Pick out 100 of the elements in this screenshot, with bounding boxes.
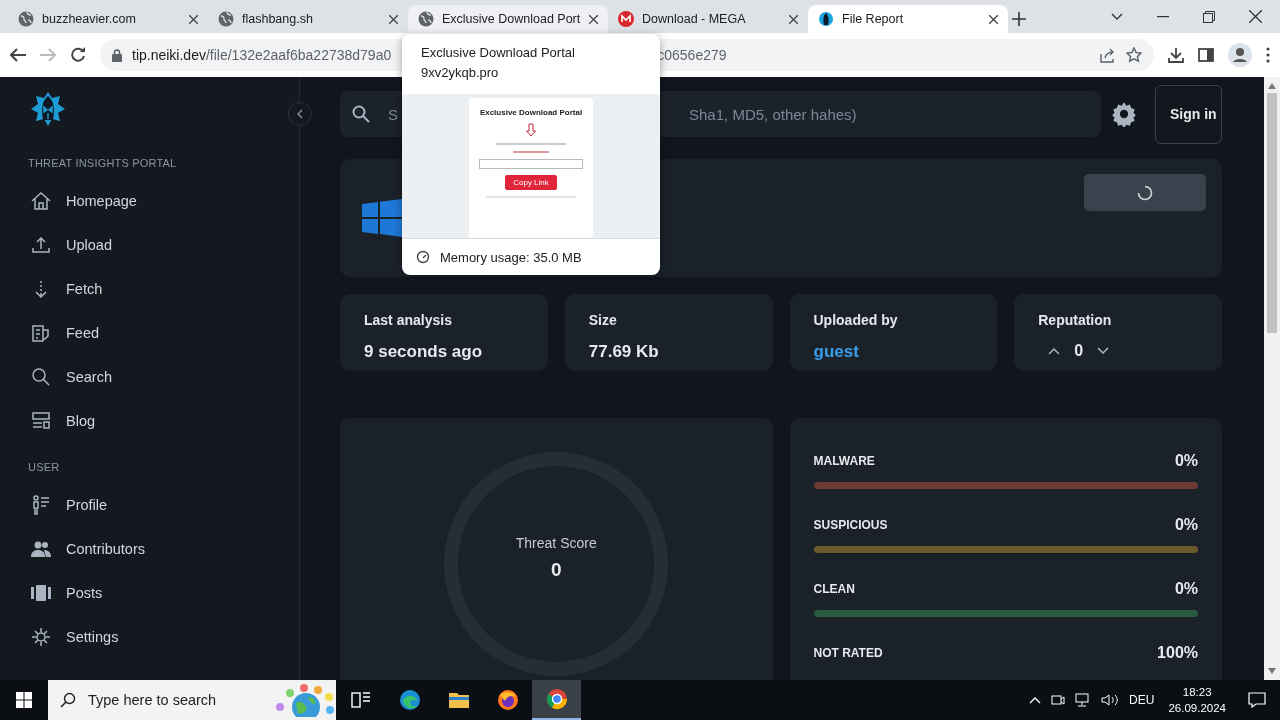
sidebar-item[interactable]: Search	[0, 355, 118, 399]
chevron-down-icon[interactable]	[1111, 12, 1123, 21]
downvote-icon[interactable]	[1097, 347, 1110, 355]
camera-icon[interactable]	[1051, 693, 1066, 707]
search-icon	[60, 692, 76, 708]
layout-icon	[30, 410, 52, 432]
speaker-icon[interactable]	[1101, 693, 1120, 707]
browser-tab[interactable]: buzzheavier.com	[8, 5, 208, 33]
clock-date[interactable]: 26.09.2024	[1168, 700, 1226, 716]
network-icon[interactable]	[1075, 693, 1092, 707]
verdict-percent: 0%	[1174, 580, 1198, 598]
newspaper-icon	[30, 322, 52, 344]
star-icon[interactable]	[1126, 47, 1142, 63]
sidebar-item[interactable]: Blog	[0, 399, 102, 443]
verdict-label: CLEAN	[813, 582, 855, 596]
close-tab-icon[interactable]	[989, 14, 998, 24]
url-text: c0656e279	[657, 47, 727, 63]
share-icon[interactable]	[1100, 47, 1116, 63]
url-text: tip.neiki.dev/file/132e2aaf6ba22738d79a0	[132, 47, 392, 63]
globe-icon	[18, 11, 34, 27]
profile-avatar-icon[interactable]	[1228, 43, 1252, 67]
sidebar-item[interactable]: Posts	[0, 571, 109, 615]
search-placeholder: Type here to search	[88, 692, 218, 708]
uploader-link[interactable]: guest	[813, 342, 974, 362]
verdict-percent: 100%	[1157, 644, 1198, 662]
new-tab-icon[interactable]	[1012, 12, 1026, 26]
score-label: Threat Score	[515, 535, 597, 551]
close-icon[interactable]	[1249, 10, 1262, 23]
restore-icon[interactable]	[1203, 10, 1215, 23]
gauge-icon	[416, 250, 430, 264]
search-placeholder: Sha1, MD5, other hahes)	[689, 105, 857, 123]
stat-label: Reputation	[1038, 312, 1113, 328]
browser-tab[interactable]: File Report	[808, 5, 1008, 33]
browser-tab[interactable]: Download - MEGA	[608, 5, 808, 33]
upload-icon	[30, 234, 52, 256]
globe-icon	[418, 11, 434, 27]
upvote-icon[interactable]	[1048, 347, 1061, 355]
section-heading: USER	[27, 460, 61, 475]
notification-icon[interactable]	[1248, 692, 1266, 708]
home-icon	[30, 190, 52, 212]
close-tab-icon[interactable]	[789, 14, 798, 24]
download-icon[interactable]	[1168, 47, 1184, 63]
sidebar-item[interactable]: Fetch	[0, 267, 109, 311]
scrollbar-thumb[interactable]	[1267, 93, 1277, 333]
verdict-percent: 0%	[1174, 452, 1198, 470]
memory-usage: Memory usage: 35.0 MB	[440, 249, 582, 265]
stat-value: 9 seconds ago	[364, 342, 484, 362]
chevron-left-icon	[297, 109, 303, 119]
scroll-up-icon[interactable]	[1268, 83, 1276, 89]
stat-label: Uploaded by	[813, 312, 899, 328]
minimize-icon[interactable]	[1157, 15, 1169, 18]
person-list-icon	[30, 494, 52, 516]
back-arrow-icon[interactable]	[10, 48, 26, 62]
close-tab-icon[interactable]	[589, 14, 598, 24]
spinner-icon	[1137, 184, 1153, 201]
sign-in-button[interactable]: Sign in	[1155, 84, 1222, 144]
browser-tab[interactable]: Exclusive Download Port	[408, 5, 608, 33]
verdict-label: SUSPICIOUS	[813, 518, 888, 532]
search-icon	[30, 366, 52, 388]
globe-hearts-icon	[274, 683, 336, 717]
taskbar-search-field[interactable]: Type here to search	[48, 680, 336, 720]
close-tab-icon[interactable]	[389, 14, 398, 24]
browser-tab[interactable]: flashbang.sh	[208, 5, 408, 33]
hooded-skull-logo[interactable]	[30, 91, 66, 127]
sidebar-item[interactable]: Profile	[0, 483, 114, 527]
thumbnail-heading: Exclusive Download Portal	[479, 108, 583, 117]
search-placeholder: S	[388, 105, 398, 123]
sidebar-item[interactable]: Contributors	[0, 527, 151, 571]
preview-title: Exclusive Download Portal	[421, 45, 576, 60]
reputation-value: 0	[1074, 342, 1084, 360]
stat-label: Last analysis	[364, 312, 453, 328]
score-value: 0	[550, 559, 562, 581]
hooded-logo-icon	[818, 11, 834, 27]
section-heading: THREAT INSIGHTS PORTAL	[27, 156, 178, 171]
menu-icon[interactable]	[1266, 47, 1270, 63]
browser-swirl-icon	[398, 689, 421, 711]
globe-icon	[218, 11, 234, 27]
copy-link-button[interactable]: Copy Link	[505, 175, 557, 190]
scroll-down-icon[interactable]	[1268, 668, 1276, 674]
chevron-up-icon[interactable]	[1029, 696, 1042, 704]
windows-logo-icon	[362, 198, 402, 238]
windows-start-icon[interactable]	[16, 692, 32, 708]
lock-icon	[112, 48, 122, 62]
verdict-label: NOT RATED	[813, 646, 883, 660]
preview-domain: 9xv2ykqb.pro	[421, 65, 500, 80]
reload-icon[interactable]	[70, 47, 86, 63]
input-language[interactable]: DEU	[1129, 693, 1155, 707]
sidebar-item[interactable]: Feed	[0, 311, 106, 355]
chrome-icon	[545, 688, 568, 710]
side-panel-icon[interactable]	[1198, 48, 1214, 62]
close-tab-icon[interactable]	[189, 14, 198, 24]
stat-value: 77.69 Kb	[588, 342, 660, 362]
search-icon	[352, 105, 370, 123]
clock-time[interactable]: 18:23	[1182, 684, 1212, 700]
sidebar-item[interactable]: Upload	[0, 223, 118, 267]
sidebar-item[interactable]: Settings	[0, 615, 125, 659]
verdict-percent: 0%	[1174, 516, 1198, 534]
taskbar-app-button[interactable]	[532, 680, 581, 720]
fox-browser-icon	[496, 689, 519, 711]
sidebar-item[interactable]: Homepage	[0, 179, 143, 223]
